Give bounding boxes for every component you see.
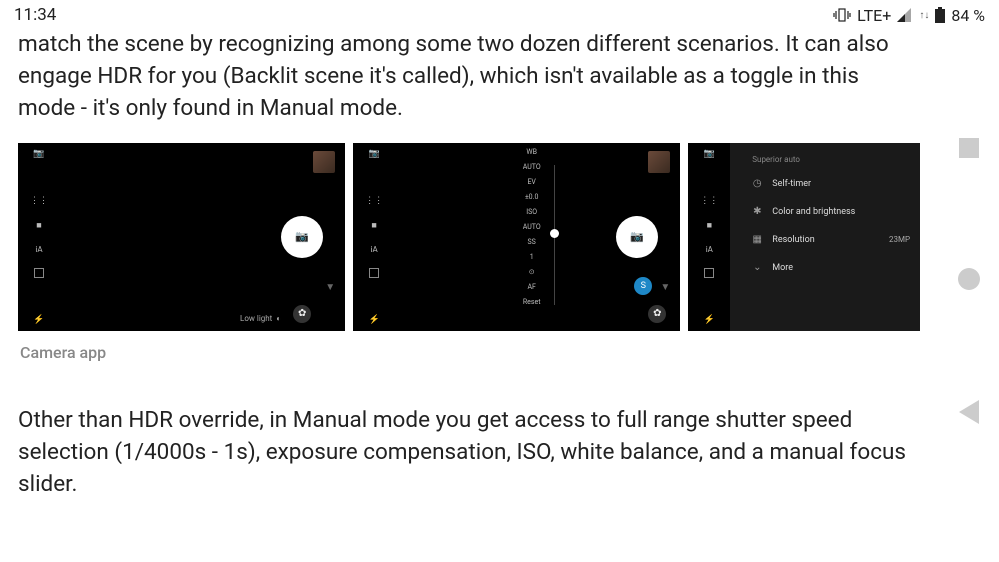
android-nav-bar (939, 0, 999, 562)
paragraph-manual: Other than HDR override, in Manual mode … (18, 404, 920, 501)
resolution-icon: ▦ (752, 235, 762, 245)
updown-icon: ↑↓ (919, 10, 929, 21)
last-photo-thumbnail[interactable] (648, 151, 670, 173)
recent-apps-button[interactable] (959, 138, 979, 158)
menu-dots-icon: ⋮⋮ (30, 196, 48, 206)
camera-left-rail: 📷 ⋮⋮ ■ iA ⚡ (359, 149, 389, 325)
auto-mode-icon: iA (706, 245, 713, 254)
screenshot-camera-settings[interactable]: 📷 ⋮⋮ ■ iA ⚡ Superior auto ◷ Self-timer (688, 143, 920, 331)
menu-dots-icon: ⋮⋮ (700, 196, 718, 206)
camera-settings-panel: Superior auto ◷ Self-timer ✱ Color and bri… (730, 143, 920, 331)
camera-glyph-icon: 📷 (630, 230, 644, 243)
camera-left-rail: 📷 ⋮⋮ ■ iA ⚡ (694, 149, 724, 325)
settings-gear-icon[interactable]: ✿ (293, 305, 311, 323)
resolution-value: 23MP (889, 235, 910, 244)
camera-icon: 📷 (369, 149, 380, 159)
menu-item-more[interactable]: ⌄ More (730, 254, 920, 282)
auto-mode-icon: iA (371, 245, 378, 254)
settings-gear-icon[interactable]: ✿ (648, 305, 666, 323)
settings-mode-title: Superior auto (730, 143, 920, 170)
status-time: 11:34 (14, 5, 56, 25)
chevron-down-icon[interactable]: ▼ (660, 282, 670, 293)
signal-icon (897, 8, 913, 22)
camera-left-rail: 📷 ⋮⋮ ■ iA ⚡ (24, 149, 54, 325)
network-label: LTE+ (857, 6, 891, 25)
gallery-caption: Camera app (18, 331, 920, 370)
scene-detected-label: Low light ◐ (240, 314, 281, 323)
screenshot-camera-manual[interactable]: 📷 ⋮⋮ ■ iA ⚡ WB AUTO EV ±0.0 ISO AUTO (353, 143, 680, 331)
manual-mode-icon (369, 268, 379, 278)
back-button[interactable] (959, 400, 979, 424)
video-icon: ■ (371, 220, 376, 231)
camera-glyph-icon: 📷 (295, 230, 309, 243)
flash-icon: ⚡ (369, 315, 380, 325)
manual-slider[interactable] (530, 161, 580, 309)
brightness-icon: ✱ (752, 207, 762, 217)
manual-mode-icon (704, 268, 714, 278)
selftimer-label: Self-timer (772, 179, 811, 189)
slider-knob[interactable] (550, 229, 559, 238)
low-light-icon: ◐ (276, 314, 281, 323)
manual-mode-icon (34, 268, 44, 278)
wb-label: WB (526, 149, 537, 156)
vibrate-icon (833, 8, 851, 22)
flash-icon: ⚡ (33, 315, 44, 325)
auto-mode-icon: iA (35, 245, 42, 254)
shutter-button[interactable]: 📷 (281, 216, 323, 258)
menu-item-color[interactable]: ✱ Color and brightness (730, 198, 920, 226)
article-content: match the scene by recognizing among som… (0, 28, 938, 500)
timer-icon: ◷ (752, 179, 762, 189)
resolution-label: Resolution (772, 235, 814, 245)
screenshot-camera-auto[interactable]: 📷 ⋮⋮ ■ iA ⚡ 📷 ▼ Low light ◐ ✿ (18, 143, 345, 331)
more-label: More (772, 263, 793, 273)
android-status-bar: 11:34 LTE+ ↑↓ 84 % (0, 0, 999, 28)
menu-item-selftimer[interactable]: ◷ Self-timer (730, 170, 920, 198)
color-label: Color and brightness (772, 207, 855, 217)
camera-icon: 📷 (33, 149, 44, 159)
chevron-down-icon[interactable]: ▼ (325, 282, 335, 293)
shutter-button[interactable]: 📷 (616, 216, 658, 258)
camera-icon: 📷 (704, 149, 715, 159)
last-photo-thumbnail[interactable] (313, 151, 335, 173)
screenshot-gallery: 📷 ⋮⋮ ■ iA ⚡ 📷 ▼ Low light ◐ ✿ (18, 143, 920, 331)
paragraph-scene: match the scene by recognizing among som… (18, 28, 920, 125)
chevron-down-icon: ⌄ (752, 263, 762, 273)
home-button[interactable] (958, 268, 980, 290)
menu-dots-icon: ⋮⋮ (365, 196, 383, 206)
scene-mode-badge[interactable]: S (634, 277, 652, 295)
flash-icon: ⚡ (704, 315, 715, 325)
video-icon: ■ (36, 220, 41, 231)
low-light-text: Low light (240, 314, 272, 323)
menu-item-resolution[interactable]: ▦ Resolution 23MP (730, 226, 920, 254)
video-icon: ■ (707, 220, 712, 231)
